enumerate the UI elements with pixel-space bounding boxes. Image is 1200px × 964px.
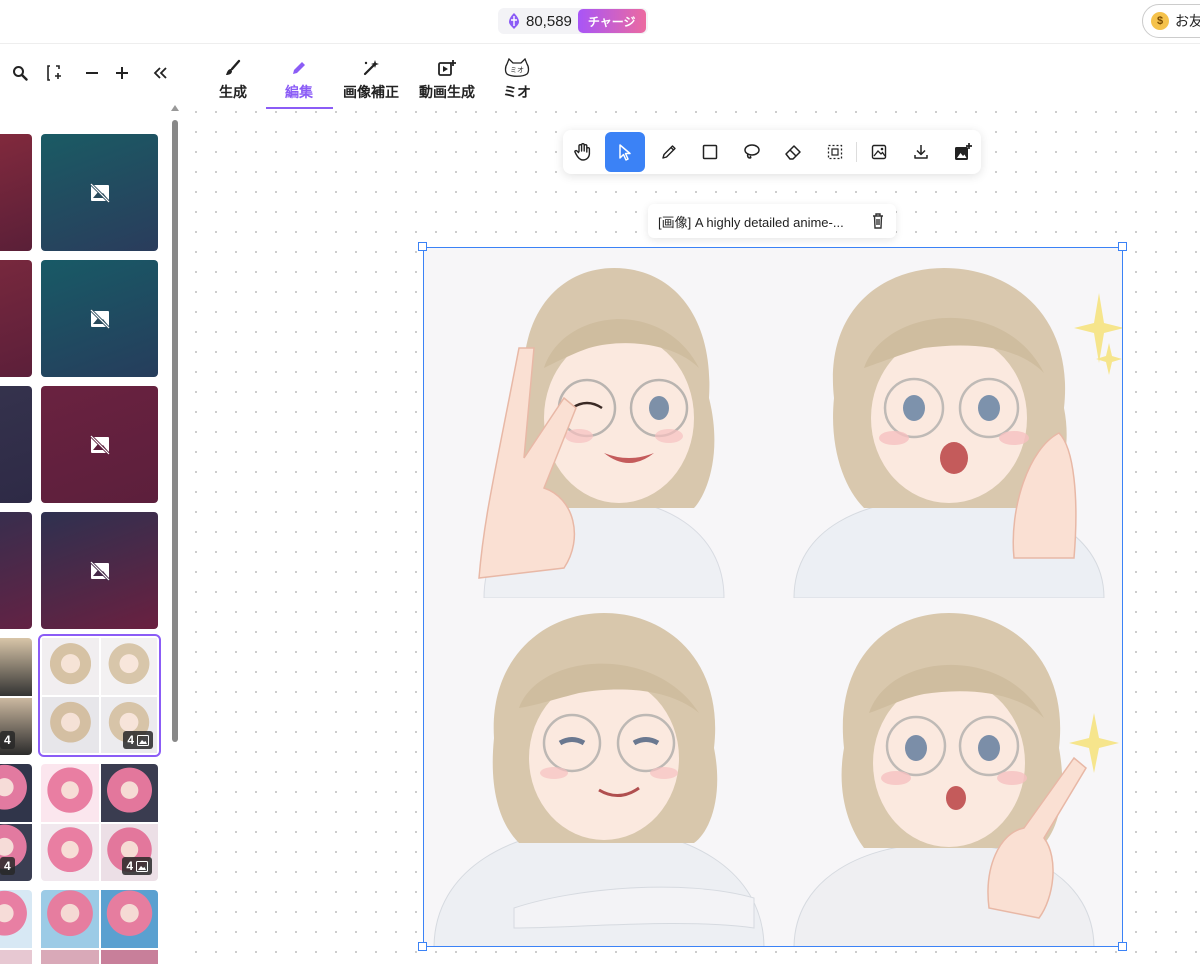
image-count: 4	[4, 859, 11, 873]
scroll-up-arrow-icon[interactable]	[170, 104, 180, 114]
gallery-image-set[interactable]: 4	[0, 764, 32, 881]
credit-amount: 80,589	[526, 12, 572, 30]
no-image-icon	[89, 434, 110, 455]
active-tab-indicator	[266, 107, 333, 109]
lasso-tool-button[interactable]	[732, 132, 772, 172]
image-count-badge: 4	[123, 731, 153, 749]
image-panel-surprised	[774, 248, 1122, 598]
invite-friend-button[interactable]: $ お友	[1142, 4, 1200, 38]
zoom-out-icon[interactable]	[80, 60, 104, 86]
tab-generate-label: 生成	[219, 84, 247, 100]
svg-text:ミオ: ミオ	[510, 66, 524, 74]
tab-edit[interactable]: 編集	[280, 58, 318, 108]
tab-mio[interactable]: ミオ ミオ	[500, 58, 534, 108]
resize-handle-top-left[interactable]	[418, 242, 427, 251]
sidebar-scrollbar[interactable]	[170, 104, 180, 964]
image-caption-text: [画像] A highly detailed anime-...	[658, 214, 844, 230]
image-icon	[136, 860, 148, 872]
selection-tool-button[interactable]	[815, 132, 855, 172]
image-caption[interactable]: [画像] A highly detailed anime-...	[648, 204, 896, 238]
add-image-icon	[955, 143, 972, 160]
hand-tool-button[interactable]	[563, 132, 603, 172]
gallery-item-placeholder[interactable]	[0, 386, 32, 503]
invite-friend-label: お友	[1175, 13, 1200, 29]
gallery-item-placeholder[interactable]	[0, 260, 32, 377]
eraser-tool-button[interactable]	[773, 132, 813, 172]
gallery-image-set[interactable]	[0, 890, 32, 964]
no-image-icon	[89, 560, 110, 581]
brush-icon	[224, 58, 242, 78]
image-adjust-icon	[871, 144, 887, 160]
gallery-image-set-selected[interactable]: 4	[38, 634, 161, 757]
image-count-badge: 4	[122, 857, 152, 875]
select-area-icon[interactable]	[43, 60, 67, 86]
tab-video-generation[interactable]: 動画生成	[416, 58, 478, 108]
selected-image[interactable]	[423, 247, 1123, 947]
eraser-icon	[785, 145, 801, 160]
gallery-item-placeholder[interactable]	[41, 134, 158, 251]
tab-edit-label: 編集	[285, 84, 313, 100]
gallery-item-placeholder[interactable]	[41, 386, 158, 503]
top-bar: 80,589 チャージ $ お友	[0, 0, 1200, 44]
pencil-tool-icon	[662, 145, 676, 159]
download-icon	[914, 145, 928, 159]
canvas-toolbar	[563, 130, 981, 174]
gallery-item-placeholder[interactable]	[0, 512, 32, 629]
gallery-image-set[interactable]: 4	[41, 764, 158, 881]
image-panel-pointing	[774, 598, 1122, 946]
resize-handle-bottom-right[interactable]	[1118, 942, 1127, 951]
no-image-icon	[89, 182, 110, 203]
image-count-badge: 4	[0, 857, 15, 875]
tab-image-correction[interactable]: 画像補正	[340, 58, 402, 108]
gallery-item-placeholder[interactable]	[0, 134, 32, 251]
resize-handle-top-right[interactable]	[1118, 242, 1127, 251]
image-count: 4	[4, 733, 11, 747]
pencil-icon	[290, 58, 308, 78]
download-tool-button[interactable]	[901, 132, 941, 172]
trash-icon[interactable]	[870, 212, 886, 230]
tab-generate[interactable]: 生成	[214, 58, 252, 108]
gallery-image-set[interactable]	[41, 890, 158, 964]
image-count: 4	[126, 859, 133, 873]
sidebar-tools	[0, 60, 180, 86]
pencil-tool-button[interactable]	[649, 132, 689, 172]
search-icon[interactable]	[8, 60, 32, 86]
gallery-item-placeholder[interactable]	[41, 260, 158, 377]
image-panel-peace-sign	[424, 248, 774, 598]
rectangle-icon	[702, 144, 718, 160]
magic-wand-icon	[361, 58, 381, 78]
charge-button[interactable]: チャージ	[577, 9, 646, 33]
gallery-image-set[interactable]: 4	[0, 638, 32, 755]
image-panel-smiling	[424, 598, 774, 946]
image-icon	[137, 734, 149, 746]
tab-video-generation-label: 動画生成	[419, 84, 475, 100]
toolbar-divider	[856, 142, 857, 162]
app-window: 80,589 チャージ $ お友 生成 編集 画像補正 動画生成 ミオ ミオ 4…	[0, 0, 1200, 964]
scrollbar-thumb[interactable]	[172, 120, 178, 742]
add-image-tool-button[interactable]	[943, 132, 983, 172]
image-adjust-tool-button[interactable]	[859, 132, 899, 172]
tab-mio-label: ミオ	[503, 84, 531, 100]
image-count-badge: 4	[0, 731, 15, 749]
image-count: 4	[127, 733, 134, 747]
gallery-item-placeholder[interactable]	[41, 512, 158, 629]
pointer-icon	[619, 144, 631, 161]
pointer-tool-button[interactable]	[605, 132, 645, 172]
collapse-sidebar-icon[interactable]	[148, 60, 172, 86]
mio-cat-icon: ミオ	[503, 58, 531, 78]
dashed-select-icon	[827, 144, 843, 160]
coin-bag-icon: $	[1151, 12, 1169, 30]
no-image-icon	[89, 308, 110, 329]
tab-image-correction-label: 画像補正	[343, 84, 399, 100]
video-plus-icon	[437, 58, 457, 78]
credit-icon	[504, 11, 524, 31]
rectangle-tool-button[interactable]	[690, 132, 730, 172]
lasso-icon	[744, 144, 760, 159]
resize-handle-bottom-left[interactable]	[418, 942, 427, 951]
credit-balance: 80,589 チャージ	[498, 8, 648, 34]
zoom-in-icon[interactable]	[110, 60, 134, 86]
gallery-sidebar: 4 4 4 4	[0, 118, 170, 964]
hand-icon	[574, 143, 591, 161]
